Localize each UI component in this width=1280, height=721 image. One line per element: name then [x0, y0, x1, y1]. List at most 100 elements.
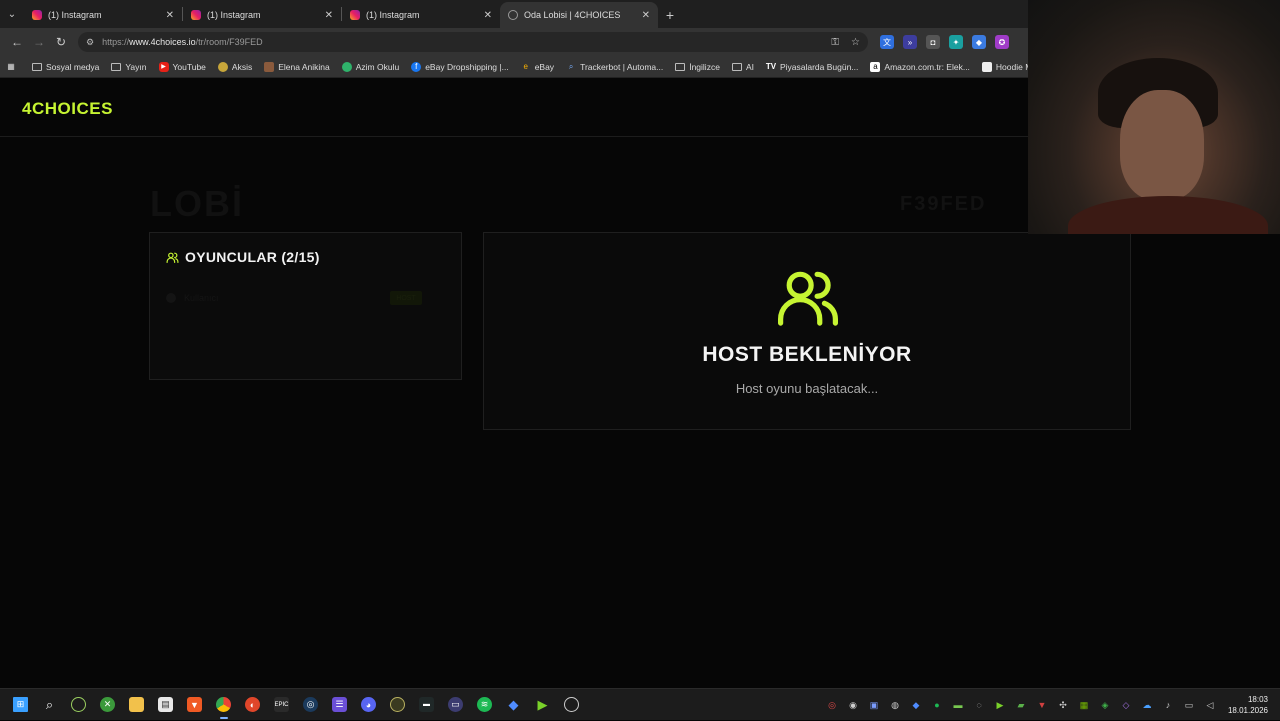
- app-icon[interactable]: [64, 689, 93, 721]
- bookmark-item[interactable]: a Amazon.com.tr: Elek...: [870, 61, 970, 72]
- tv-icon: TV: [765, 62, 777, 71]
- globe-icon: [508, 10, 518, 20]
- waiting-subtitle: Host oyunu başlatacak...: [735, 381, 879, 396]
- opera-icon[interactable]: ◐: [238, 689, 267, 721]
- epic-games-icon[interactable]: EPIC: [267, 689, 296, 721]
- bookmark-item[interactable]: f eBay Dropshipping |...: [411, 61, 509, 72]
- extension-icon[interactable]: ◘: [926, 35, 940, 49]
- browser-tab-active[interactable]: Oda Lobisi | 4CHOICES ✕: [500, 2, 658, 28]
- translate-extension-icon[interactable]: 文: [880, 35, 894, 49]
- spotify-icon[interactable]: ≋: [470, 689, 499, 721]
- back-arrow-icon[interactable]: ←: [6, 31, 28, 53]
- browser-tab[interactable]: (1) Instagram ✕: [342, 2, 500, 28]
- bookmark-item[interactable]: İngilizce: [675, 62, 720, 72]
- spotify-tray-icon[interactable]: ●: [929, 697, 945, 713]
- store-icon[interactable]: ▤: [151, 689, 180, 721]
- bookmark-star-icon[interactable]: ☆: [851, 37, 860, 48]
- bookmark-item[interactable]: Elena Anikina: [264, 61, 330, 72]
- chrome-icon[interactable]: [209, 689, 238, 721]
- discord-icon[interactable]: ◕: [354, 689, 383, 721]
- page-title: LOBİ: [150, 183, 244, 224]
- address-bar[interactable]: ⚙ https://www.4choices.io/tr/room/F39FED…: [78, 32, 868, 52]
- search-icon[interactable]: ⌕: [35, 689, 64, 721]
- player-name: Kullanıcı: [184, 293, 219, 303]
- app-icon[interactable]: ▬: [412, 689, 441, 721]
- display-icon[interactable]: ▭: [1181, 697, 1197, 713]
- tab-search-chevron-icon[interactable]: ⌄: [0, 0, 24, 28]
- password-key-icon[interactable]: ⚿: [831, 37, 839, 48]
- new-tab-button[interactable]: +: [658, 2, 682, 28]
- tray-app-icon[interactable]: ◈: [1097, 697, 1113, 713]
- bookmark-item[interactable]: ▶ YouTube: [158, 61, 206, 72]
- xbox-icon[interactable]: ✕: [93, 689, 122, 721]
- steam-tray-icon[interactable]: ◉: [845, 697, 861, 713]
- tray-app-icon[interactable]: ◆: [908, 697, 924, 713]
- bookmark-item[interactable]: Aksis: [217, 61, 252, 72]
- volume-icon[interactable]: ◁: [1202, 697, 1218, 713]
- bookmark-label: eBay Dropshipping |...: [425, 61, 509, 72]
- extension-icon[interactable]: ✦: [949, 35, 963, 49]
- bookmark-item[interactable]: Sosyal medya: [32, 62, 99, 72]
- tray-app-icon[interactable]: ◇: [1118, 697, 1134, 713]
- taskbar: ⊞ ⌕ ✕ ▤ ▼ ◐ EPIC ◎ ☰ ◕ ▬ ▭ ≋ ◆ ▶ ◎ ◉ ▣ ◍…: [0, 688, 1280, 720]
- bookmark-item[interactable]: Hoodie Modelleri |: [981, 61, 1028, 72]
- extension-icon[interactable]: ◆: [972, 35, 986, 49]
- reload-icon[interactable]: ↻: [50, 31, 72, 53]
- bookmark-item[interactable]: ⌕ Trackerbot | Automa...: [566, 62, 663, 72]
- app-icon[interactable]: ▶: [528, 689, 557, 721]
- extension-icon[interactable]: ✪: [995, 35, 1009, 49]
- waiting-title: HOST BEKLENİYOR: [702, 343, 912, 366]
- brave-icon[interactable]: ▼: [180, 689, 209, 721]
- bookmarks-bar: ▦ Sosyal medya Yayın ▶ YouTube Aksis Elen…: [0, 56, 1028, 78]
- site-info-icon[interactable]: ⚙: [86, 37, 94, 48]
- app-icon[interactable]: ☰: [325, 689, 354, 721]
- close-tab-icon[interactable]: ✕: [484, 10, 492, 21]
- obs-icon[interactable]: [557, 689, 586, 721]
- tray-app-icon[interactable]: ▣: [866, 697, 882, 713]
- bookmark-item[interactable]: TV Piyasalarda Bugün...: [765, 62, 859, 72]
- tray-app-icon[interactable]: ◎: [824, 697, 840, 713]
- microphone-icon[interactable]: ♪: [1160, 697, 1176, 713]
- close-tab-icon[interactable]: ✕: [166, 10, 174, 21]
- site-logo[interactable]: 4CHOICES: [22, 99, 113, 119]
- aksis-icon: [217, 61, 228, 72]
- waiting-panel: HOST BEKLENİYOR Host oyunu başlatacak...: [483, 232, 1131, 430]
- bookmark-item[interactable]: AI: [731, 62, 754, 72]
- windows-start-icon[interactable]: ⊞: [6, 689, 35, 721]
- host-badge: HOST: [390, 291, 422, 305]
- file-explorer-icon[interactable]: [122, 689, 151, 721]
- browser-tab[interactable]: (1) Instagram ✕: [24, 2, 182, 28]
- webcam-overlay: [1028, 0, 1280, 234]
- nvidia-icon[interactable]: ▦: [1076, 697, 1092, 713]
- bookmark-label: Sosyal medya: [46, 61, 100, 72]
- controller-icon[interactable]: ◍: [887, 697, 903, 713]
- tray-app-icon[interactable]: ▼: [1034, 697, 1050, 713]
- apps-grid-icon[interactable]: ▦: [6, 62, 20, 72]
- tray-app-icon[interactable]: ◌: [971, 697, 987, 713]
- site-icon: [981, 61, 992, 72]
- browser-toolbar: ← → ↻ ⚙ https://www.4choices.io/tr/room/…: [0, 28, 1028, 56]
- tray-app-icon[interactable]: ☁: [1139, 697, 1155, 713]
- players-title: OYUNCULAR (2/15): [185, 249, 320, 265]
- steam-icon[interactable]: ◎: [296, 689, 325, 721]
- tray-app-icon[interactable]: ▬: [950, 697, 966, 713]
- instagram-icon: [32, 10, 42, 20]
- app-icon[interactable]: [383, 689, 412, 721]
- tray-app-icon[interactable]: ✣: [1055, 697, 1071, 713]
- app-icon[interactable]: ▭: [441, 689, 470, 721]
- bookmark-item[interactable]: e eBay: [521, 62, 554, 72]
- extension-icon[interactable]: »: [903, 35, 917, 49]
- close-tab-icon[interactable]: ✕: [642, 10, 650, 21]
- bookmark-item[interactable]: Yayın: [111, 62, 147, 72]
- clock[interactable]: 18:03 18.01.2026: [1228, 694, 1268, 716]
- tray-app-icon[interactable]: ▶: [992, 697, 1008, 713]
- forward-arrow-icon[interactable]: →: [28, 31, 50, 53]
- url-prefix: https://: [102, 37, 130, 47]
- tab-title: (1) Instagram: [366, 10, 420, 20]
- close-tab-icon[interactable]: ✕: [325, 10, 333, 21]
- bookmark-item[interactable]: Azim Okulu: [341, 61, 399, 72]
- users-icon: [778, 271, 839, 326]
- tray-app-icon[interactable]: ▰: [1013, 697, 1029, 713]
- browser-tab[interactable]: (1) Instagram ✕: [183, 2, 341, 28]
- app-icon[interactable]: ◆: [499, 689, 528, 721]
